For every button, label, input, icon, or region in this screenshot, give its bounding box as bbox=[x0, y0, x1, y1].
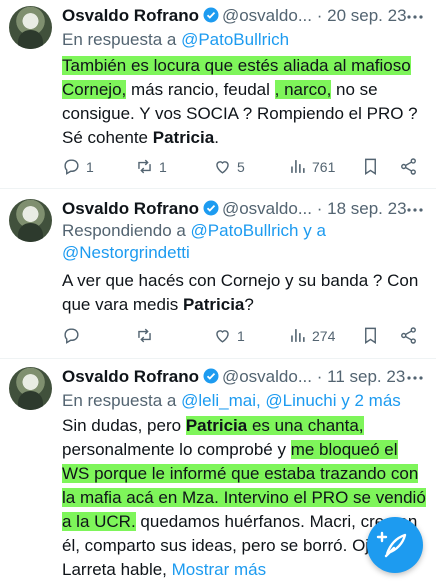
reply-context: Respondiendo a @PatoBullrich y a @Nestor… bbox=[62, 221, 326, 262]
highlighted-text: , narco, bbox=[274, 80, 332, 99]
views-icon bbox=[291, 160, 305, 173]
author-name[interactable]: Osvaldo Rofrano bbox=[62, 6, 199, 25]
tweet-actions: 1 1 5 761 bbox=[62, 157, 422, 181]
reply-context: En respuesta a @PatoBullrich bbox=[62, 30, 290, 49]
share-button[interactable] bbox=[399, 326, 418, 345]
highlighted-text: es una chanta, bbox=[247, 416, 364, 435]
bookmark-icon bbox=[365, 327, 376, 344]
retweet-icon bbox=[138, 159, 151, 174]
reply-to-link[interactable]: @PatoBullrich bbox=[181, 30, 289, 49]
retweet-button[interactable]: 1 bbox=[135, 157, 167, 176]
tweet-actions: 1 274 bbox=[62, 326, 422, 350]
separator-dot: · bbox=[316, 367, 323, 386]
author-name[interactable]: Osvaldo Rofrano bbox=[62, 199, 199, 218]
reply-button[interactable] bbox=[62, 326, 86, 345]
avatar[interactable] bbox=[9, 199, 52, 242]
author-name[interactable]: Osvaldo Rofrano bbox=[62, 367, 199, 386]
verified-badge-icon bbox=[203, 368, 219, 384]
share-button[interactable] bbox=[399, 157, 418, 176]
views-count: 761 bbox=[312, 158, 336, 175]
retweet-button[interactable] bbox=[135, 326, 159, 345]
verified-badge-icon bbox=[203, 7, 219, 23]
reply-count: 1 bbox=[86, 158, 94, 175]
like-count: 5 bbox=[237, 158, 245, 175]
views-button[interactable]: 274 bbox=[288, 326, 335, 345]
views-icon bbox=[291, 329, 305, 342]
reply-context: En respuesta a @leli_mai, @Linuchi y 2 m… bbox=[62, 391, 401, 410]
share-icon bbox=[401, 327, 416, 344]
separator-dot: · bbox=[316, 6, 323, 25]
compose-feather-icon bbox=[376, 531, 407, 558]
avatar[interactable] bbox=[9, 6, 52, 49]
compose-button[interactable] bbox=[367, 517, 423, 573]
like-icon bbox=[216, 330, 229, 343]
tweet-text: También es locura que estés aliada al ma… bbox=[62, 56, 418, 147]
like-icon bbox=[216, 161, 229, 174]
reply-icon bbox=[64, 159, 79, 175]
like-count: 1 bbox=[237, 327, 245, 344]
separator-dot: · bbox=[316, 199, 323, 218]
author-handle[interactable]: @osvaldo... bbox=[222, 6, 312, 25]
bookmark-button[interactable] bbox=[361, 326, 380, 345]
tweet-time[interactable]: 20 sep. 23 bbox=[327, 6, 406, 25]
more-options-icon[interactable] bbox=[406, 373, 424, 383]
bookmark-icon bbox=[365, 158, 376, 175]
more-options-icon[interactable] bbox=[406, 12, 424, 22]
bookmark-button[interactable] bbox=[361, 157, 380, 176]
divider bbox=[0, 188, 436, 189]
like-button[interactable]: 1 bbox=[213, 326, 245, 345]
reply-to-link[interactable]: @leli_mai, @Linuchi y 2 más bbox=[181, 391, 401, 410]
retweet-icon bbox=[138, 328, 151, 343]
tweet-header: Osvaldo Rofrano @osvaldo... · 18 sep. 23 bbox=[62, 199, 407, 219]
tweet-text: A ver que hacés con Cornejo y su banda ?… bbox=[62, 271, 419, 314]
author-handle[interactable]: @osvaldo... bbox=[222, 199, 312, 218]
bold-name: Patricia bbox=[152, 128, 215, 147]
show-more-link[interactable]: Mostrar más bbox=[172, 560, 266, 579]
views-count: 274 bbox=[312, 327, 336, 344]
more-options-icon[interactable] bbox=[406, 205, 424, 215]
avatar[interactable] bbox=[9, 367, 52, 410]
bold-name: Patricia bbox=[185, 416, 248, 435]
verified-badge-icon bbox=[203, 200, 219, 216]
reply-icon bbox=[64, 328, 79, 344]
tweet-time[interactable]: 11 sep. 23 bbox=[327, 367, 405, 386]
tweet-time[interactable]: 18 sep. 23 bbox=[327, 199, 406, 218]
share-icon bbox=[401, 158, 416, 175]
tweet-header: Osvaldo Rofrano @osvaldo... · 11 sep. 23 bbox=[62, 367, 405, 387]
divider bbox=[0, 358, 436, 359]
bold-name: Patricia bbox=[182, 295, 245, 314]
views-button[interactable]: 761 bbox=[288, 157, 335, 176]
reply-button[interactable]: 1 bbox=[62, 157, 94, 176]
like-button[interactable]: 5 bbox=[213, 157, 245, 176]
tweet-header: Osvaldo Rofrano @osvaldo... · 20 sep. 23 bbox=[62, 6, 407, 26]
retweet-count: 1 bbox=[159, 158, 167, 175]
author-handle[interactable]: @osvaldo... bbox=[222, 367, 312, 386]
